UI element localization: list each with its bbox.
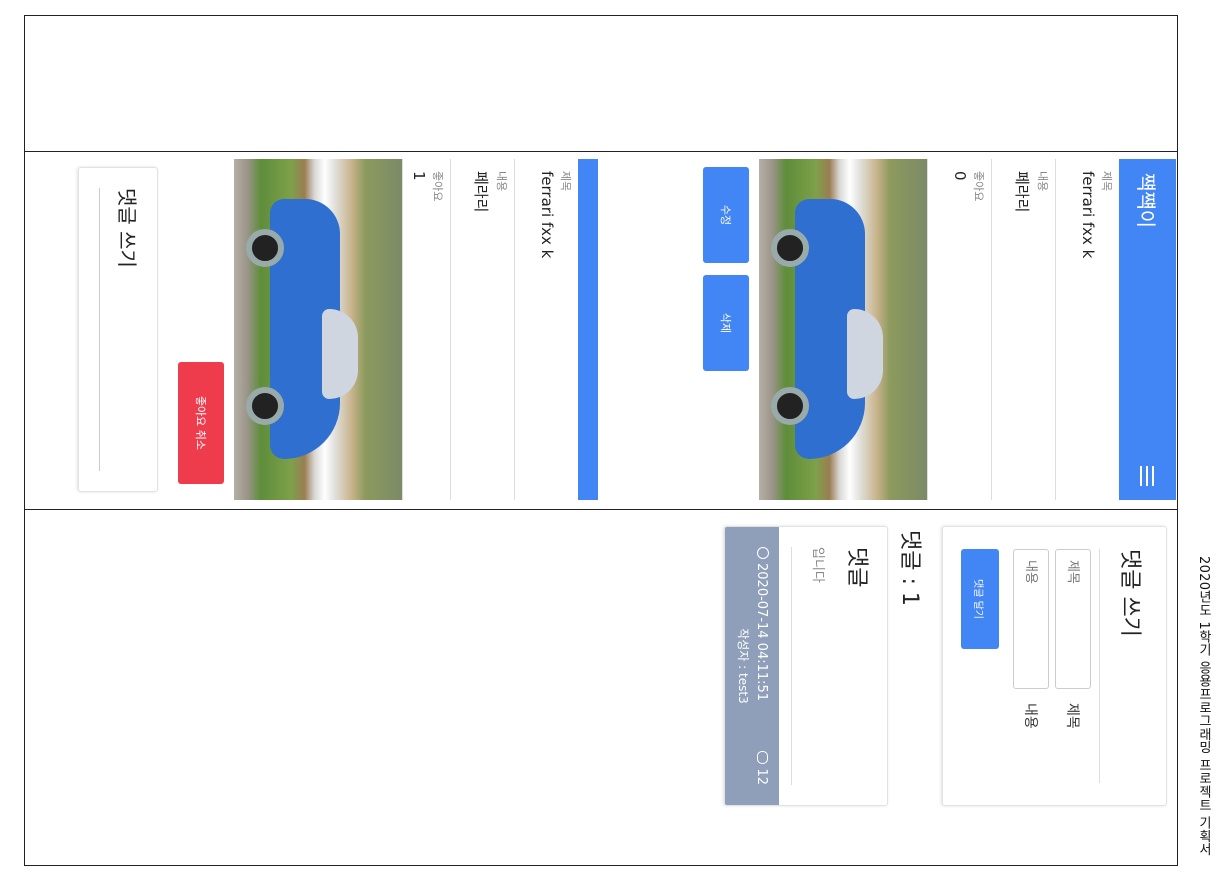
comment-title: 댓글 <box>844 547 869 588</box>
like-count-field: 좋아요 0 <box>927 159 991 500</box>
hamburger-menu-icon[interactable] <box>1140 466 1155 486</box>
content-field: 내용 페라리 <box>450 159 514 500</box>
title-field: 제목 ferrari fxx k <box>514 159 578 500</box>
action-buttons: 수정 삭제 <box>693 159 759 500</box>
comment-title-input[interactable] <box>1055 549 1091 689</box>
field-label: 좋아요 <box>972 171 985 202</box>
edit-button[interactable]: 수정 <box>703 167 749 263</box>
document-caption: 2020년도 1학기 응용프로그래밍 프로젝트 기획서 <box>1196 556 1211 856</box>
field-label: 내용 <box>1036 171 1049 192</box>
timestamp-group: 2020-07-14 04:11:51 <box>754 547 769 701</box>
submit-comment-button[interactable]: 댓글 달기 <box>961 549 999 649</box>
car-photo <box>759 159 927 500</box>
content-input-row: 내용 <box>1013 549 1049 783</box>
field-value: 페라리 <box>472 171 490 213</box>
app-bar <box>578 159 598 500</box>
section-divider <box>24 509 1178 510</box>
section-divider <box>24 151 1178 152</box>
comment-screen: 댓글 쓰기 제목 내용 댓글 달기 댓글 : 1 댓글 입니다 2020-07-… <box>555 518 1175 818</box>
delete-button[interactable]: 삭제 <box>703 275 749 371</box>
comment-content: 댓글 입니다 <box>779 527 887 805</box>
comment-write-title: 댓글 쓰기 <box>99 188 143 471</box>
field-value: ferrari fxx k <box>538 171 556 259</box>
field-value: 0 <box>951 171 969 181</box>
post-detail-screen: 쨱쨱이 제목 ferrari fxx k 내용 페라리 좋아요 0 수정 삭제 <box>616 159 1176 500</box>
comment-write-form: 댓글 쓰기 제목 내용 댓글 달기 <box>942 526 1167 806</box>
chat-bubble-icon <box>757 751 768 765</box>
title-field: 제목 ferrari fxx k <box>1055 159 1119 500</box>
reply-count: 12 <box>754 768 769 785</box>
like-count-field: 좋아요 1 <box>402 159 450 500</box>
wheel <box>771 229 809 267</box>
input-label: 제목 <box>1064 703 1080 729</box>
field-label: 내용 <box>495 171 508 192</box>
content-field: 내용 페라리 <box>991 159 1055 500</box>
comment-author: 작성자 : test3 <box>736 628 750 704</box>
comment-footer: 2020-07-14 04:11:51 12 작성자 : test3 <box>725 527 779 805</box>
title-input-row: 제목 <box>1055 549 1091 783</box>
clock-icon <box>757 547 769 559</box>
post-detail-liked-screen: 제목 ferrari fxx k 내용 페라리 좋아요 1 좋아요 취소 댓글 … <box>38 159 598 500</box>
field-label: 제목 <box>1100 171 1113 192</box>
comment-write-card: 댓글 쓰기 <box>78 167 158 492</box>
field-label: 좋아요 <box>431 171 444 202</box>
wheel <box>246 229 284 267</box>
field-value: ferrari fxx k <box>1079 171 1097 259</box>
comment-timestamp: 2020-07-14 04:11:51 <box>754 563 769 702</box>
like-actions: 좋아요 취소 <box>168 159 234 500</box>
comment-content-input[interactable] <box>1013 549 1049 689</box>
wheel <box>246 387 284 425</box>
comment-count: 댓글 : 1 <box>897 530 922 606</box>
unlike-button[interactable]: 좋아요 취소 <box>178 362 224 484</box>
comment-write-title: 댓글 쓰기 <box>1099 549 1148 783</box>
comment-body: 입니다 <box>791 547 829 785</box>
field-value: 페라리 <box>1013 171 1031 213</box>
reply-group[interactable]: 12 <box>754 751 769 785</box>
comment-item: 댓글 입니다 2020-07-14 04:11:51 12 작성자 : test… <box>724 526 888 806</box>
app-bar: 쨱쨱이 <box>1119 159 1176 500</box>
app-title: 쨱쨱이 <box>1134 173 1158 229</box>
field-label: 제목 <box>559 171 572 192</box>
input-label: 내용 <box>1022 703 1038 729</box>
wheel <box>771 387 809 425</box>
car-photo <box>234 159 402 500</box>
field-value: 1 <box>410 171 428 181</box>
